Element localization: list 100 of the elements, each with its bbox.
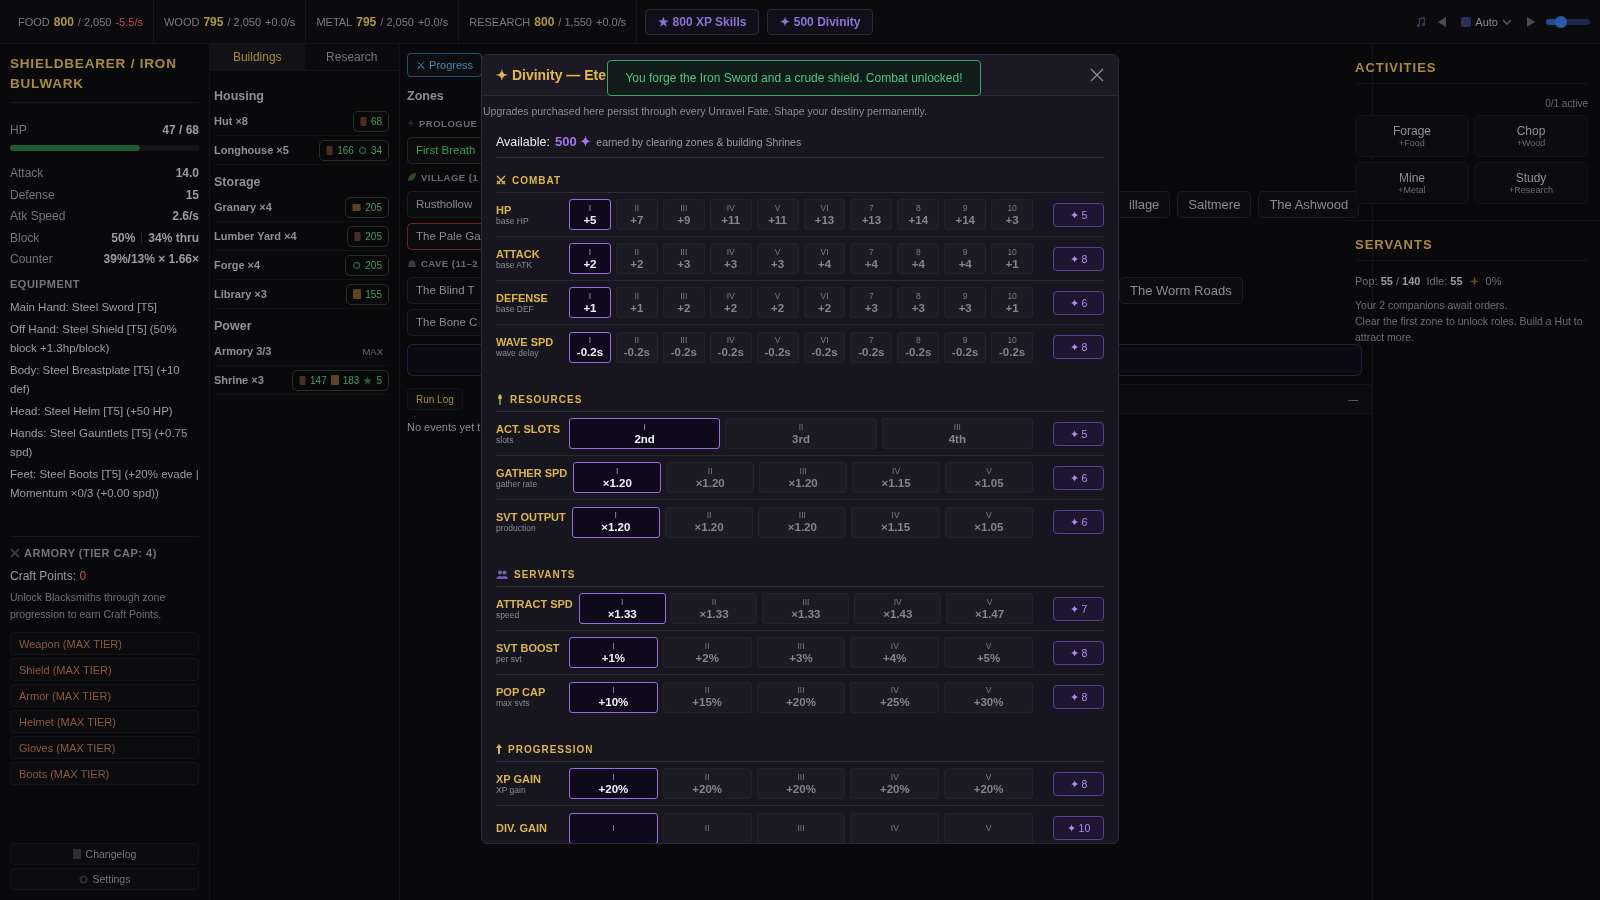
footer-button[interactable]: Changelog [10,843,199,865]
buy-button[interactable]: ✦ 5 [1053,202,1104,227]
tier-button[interactable]: IV +3 [709,243,752,274]
tier-button[interactable]: III ×1.20 [759,462,848,493]
tier-button[interactable]: IV [850,812,940,843]
tier-button[interactable]: 7 +13 [850,199,893,230]
tier-button[interactable]: II +7 [615,199,658,230]
cost-badge[interactable]: 147 183 5 [292,369,389,391]
tier-button[interactable]: II +15% [662,681,752,713]
tier-button[interactable]: I +20% [569,768,658,799]
tier-button[interactable]: IV ×1.15 [851,506,940,538]
buy-button[interactable]: ✦ 5 [1053,421,1104,446]
tier-button[interactable]: VI +4 [803,243,846,274]
play-icon[interactable] [1526,15,1536,28]
tier-button[interactable]: IV +25% [850,681,940,713]
cost-badge[interactable]: 205 [347,225,389,247]
tier-button[interactable]: V +11 [756,199,799,230]
tier-button[interactable]: V +3 [756,243,799,274]
tier-button[interactable]: III [756,812,846,843]
tier-button[interactable]: 7 +4 [850,243,893,274]
tier-button[interactable]: 9 +14 [944,199,987,230]
buy-button[interactable]: ✦ 10 [1053,816,1104,840]
tier-button[interactable]: III +20% [756,768,846,799]
tier-button[interactable]: VI +13 [803,199,846,230]
buy-button[interactable]: ✦ 8 [1053,771,1104,796]
tier-button[interactable]: 8 +14 [897,199,940,230]
tier-button[interactable]: V +2 [756,287,799,318]
tier-button[interactable]: 8 -0.2s [897,331,940,363]
tier-button[interactable]: III +9 [662,199,705,230]
tier-button[interactable]: I ×1.20 [571,506,660,538]
tier-button[interactable]: I +2 [569,243,611,274]
zone-button[interactable]: illage [1119,190,1171,218]
tier-button[interactable]: I 2nd [569,418,721,449]
tier-button[interactable]: IV +20% [850,768,940,799]
buy-button[interactable]: ✦ 6 [1053,290,1104,315]
tier-button[interactable]: I ×1.20 [573,462,662,493]
cost-badge[interactable]: 205 [345,254,389,276]
tier-button[interactable]: II 3rd [725,418,877,449]
tier-button[interactable]: IV +11 [709,199,752,230]
tier-button[interactable]: 8 +4 [897,243,940,274]
tier-button[interactable]: 8 +3 [897,287,940,318]
top-button[interactable]: ★ 800 XP Skills [645,8,760,35]
tier-button[interactable]: 10 -0.2s [991,331,1034,363]
zone-button[interactable]: The Bone C [407,308,484,336]
buy-button[interactable]: ✦ 8 [1053,640,1104,665]
tier-button[interactable]: III ×1.20 [758,506,847,538]
zone-button[interactable]: Rusthollow [407,190,481,218]
tier-button[interactable]: II +1 [615,287,658,318]
tier-button[interactable]: III 4th [881,418,1033,449]
tier-button[interactable]: II +2% [662,637,752,668]
cost-badge[interactable]: 68 [352,110,389,132]
zone-button[interactable]: The Worm Roads [1119,276,1243,304]
tier-button[interactable]: I +10% [569,681,658,713]
tier-button[interactable]: 9 -0.2s [944,331,987,363]
zone-button[interactable]: The Ashwood [1258,190,1360,218]
tier-button[interactable]: II -0.2s [615,331,658,363]
tier-button[interactable]: IV +4% [850,637,940,668]
tier-button[interactable]: 10 +1 [991,243,1034,274]
tab[interactable]: Buildings [210,44,305,70]
tier-button[interactable]: I +5 [569,199,611,230]
zone-button[interactable]: The Blind T [407,276,481,304]
tier-button[interactable]: I +1 [569,287,611,318]
tier-button[interactable]: II +20% [662,768,752,799]
tier-button[interactable]: VI -0.2s [803,331,846,363]
footer-button[interactable]: Settings [10,868,199,890]
tier-button[interactable]: II +2 [615,243,658,274]
tier-button[interactable]: III +3 [662,243,705,274]
tier-button[interactable]: 7 +3 [850,287,893,318]
progress-tab[interactable]: ⚔ Progress [407,53,483,77]
buy-button[interactable]: ✦ 6 [1053,510,1104,534]
cost-badge[interactable]: 205 [345,196,389,218]
buy-button[interactable]: ✦ 8 [1053,685,1104,709]
tier-button[interactable]: II ×1.20 [664,506,754,538]
cost-badge[interactable]: 166 34 [319,139,389,161]
top-button[interactable]: ✦ 500 Divinity [767,8,874,35]
tier-button[interactable]: II ×1.33 [670,593,758,624]
zone-button[interactable]: First Breath [407,136,482,164]
collapse-button[interactable]: — [1348,393,1359,405]
tier-button[interactable]: 9 +4 [944,243,987,274]
tier-button[interactable]: III +3% [756,637,846,668]
tier-button[interactable]: II ×1.20 [666,462,755,493]
buy-button[interactable]: ✦ 8 [1053,246,1104,271]
tier-button[interactable]: IV ×1.15 [852,462,941,493]
tier-button[interactable]: IV +2 [709,287,752,318]
activity-button[interactable]: Chop +Wood [1474,115,1588,157]
tier-button[interactable]: 10 +1 [991,287,1034,318]
tier-button[interactable]: III ×1.33 [762,593,850,624]
buy-button[interactable]: ✦ 8 [1053,335,1104,359]
activity-button[interactable]: Study +Research [1474,162,1588,204]
tier-button[interactable]: 9 +3 [944,287,987,318]
previous-icon[interactable] [1437,15,1448,28]
tier-button[interactable]: III +2 [662,287,705,318]
tier-button[interactable]: V +5% [944,637,1033,668]
tier-button[interactable]: II [662,812,752,843]
tier-button[interactable]: V +30% [944,681,1033,713]
zone-button[interactable]: Saltmere [1177,190,1252,218]
buy-button[interactable]: ✦ 7 [1053,596,1104,621]
tier-button[interactable]: V ×1.05 [945,462,1033,493]
speed-select[interactable]: Auto [1457,13,1516,30]
volume-slider[interactable] [1546,18,1590,25]
